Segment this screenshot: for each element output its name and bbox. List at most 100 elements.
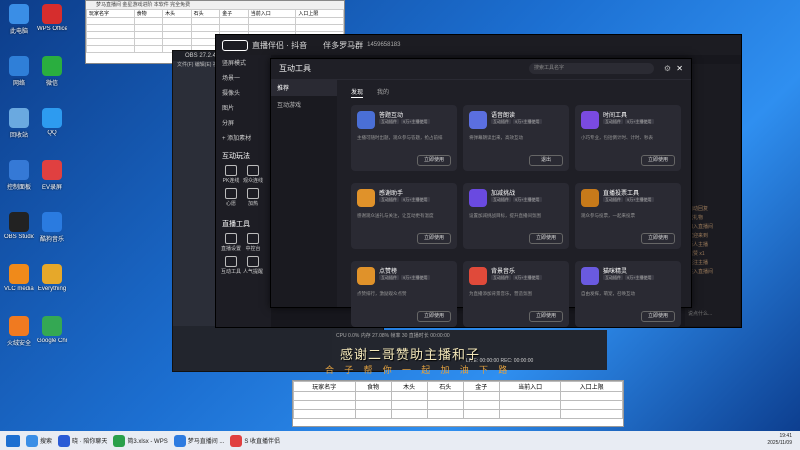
tool-card-button[interactable]: 立即使用 — [417, 311, 451, 322]
tab[interactable]: 发现 — [351, 90, 364, 98]
tool-card-tags: 互动插件 9万+主播使用 — [491, 119, 544, 125]
tool-card-tag: 互动插件 — [379, 197, 399, 202]
taskbar-item[interactable]: S 收直播伴侣 — [230, 434, 280, 447]
interact-item[interactable]: 心愿 — [220, 188, 242, 207]
tool-icon — [225, 188, 237, 199]
desktop-icon-image — [42, 56, 62, 76]
tool-item[interactable]: 中控台 — [242, 233, 264, 252]
tool-card[interactable]: 语音朗读 互动插件 9万+主播使用 将弹幕朗读出来，高效互动 退出 — [463, 105, 569, 171]
interactive-tools-dialog[interactable]: 互动工具 搜索工具名字 ⚙ ✕ 推荐 互动游戏 发现 我的 答题互动 互动插件 9万+主… — [270, 58, 692, 327]
desktop-icon-image — [42, 316, 62, 336]
chat-panel: 自动回复 送礼物 加入直播间 欢迎来到 新人主播 点赞 x1 关注主播 进入直播间 说点什么.… — [685, 64, 740, 326]
desktop-icon[interactable]: 网络 — [4, 56, 34, 87]
tool-item[interactable]: 直播设置 — [220, 233, 242, 252]
tool-item[interactable]: 人气提醒 — [242, 256, 264, 275]
desktop-icon-image — [9, 4, 29, 24]
category-item[interactable]: 互动游戏 — [271, 96, 337, 113]
desktop-icon-label: 火绒安全 — [6, 341, 31, 347]
tool-card-tags: 互动插件 9万+主播使用 — [603, 119, 656, 125]
chat-line: 加入直播间 — [688, 224, 714, 230]
taskbar-item[interactable]: 梦马直播间 ... — [173, 434, 225, 447]
column-header: 当前入口 — [498, 381, 562, 392]
tool-card-button[interactable]: 立即使用 — [641, 233, 675, 244]
tool-card-desc: 自由发挥，萌宠，召唤互动 — [581, 291, 635, 296]
tool-card-tags: 互动插件 9万+主播使用 — [603, 275, 656, 281]
tool-card-button[interactable]: 立即使用 — [641, 311, 675, 322]
tool-card-button[interactable]: 立即使用 — [529, 233, 563, 244]
tool-search-input[interactable]: 搜索工具名字 — [529, 63, 654, 74]
sidebar-item[interactable]: 图片 — [216, 100, 271, 115]
settings-icon[interactable]: ⚙ — [664, 59, 671, 79]
tool-card-button[interactable]: 立即使用 — [417, 155, 451, 166]
tool-card-button[interactable]: 退出 — [529, 155, 563, 166]
desktop-icon[interactable]: 火绒安全 — [4, 316, 34, 347]
mode-selector[interactable]: 竖屏模式 — [216, 55, 271, 70]
desktop-icon-label: Google Chrome — [37, 338, 67, 344]
tool-card[interactable]: 时间工具 互动插件 9万+主播使用 小巧专业，包括倒计时、计时、秒表 立即使用 — [575, 105, 681, 171]
interact-item[interactable]: PK连线 — [220, 165, 242, 184]
tool-card-button[interactable]: 立即使用 — [417, 233, 451, 244]
tool-icon — [247, 256, 259, 267]
taskbar-clock[interactable]: 19:41 2025/11/09 — [767, 433, 792, 447]
desktop-icon[interactable]: 酷狗音乐 — [37, 212, 67, 243]
user-id: 1459658183 — [367, 42, 401, 48]
interact-item[interactable]: 观众连线 — [242, 165, 264, 184]
desktop-icon[interactable]: VLC media player — [4, 264, 34, 292]
interact-item[interactable]: 加热 — [242, 188, 264, 207]
desktop-icon[interactable]: 控制面板 — [4, 160, 34, 191]
desktop-icon[interactable]: Everything — [37, 264, 67, 292]
desktop-icon[interactable]: EV录屏 — [37, 160, 67, 191]
tool-card[interactable]: 答题互动 互动插件 9万+主播使用 主播可随时出题，观众参与答题，抢占前排 立即使用 — [351, 105, 457, 171]
tool-icon — [225, 233, 237, 244]
desktop-icon[interactable]: 此电脑 — [4, 4, 34, 35]
chat-line: 自动回复 — [688, 206, 709, 212]
desktop-icon[interactable]: 微信 — [37, 56, 67, 87]
tab[interactable]: 我的 — [377, 90, 389, 96]
sidebar-item[interactable]: 分屏 — [216, 115, 271, 130]
desktop-icon[interactable]: OBS Studio — [4, 212, 34, 240]
tool-card-tag: 9万+主播使用 — [625, 119, 654, 124]
tool-card[interactable]: 猫咪精灵 互动插件 9万+主播使用 自由发挥，萌宠，召唤互动 立即使用 — [575, 261, 681, 327]
taskbar-item[interactable]: 搜索 — [26, 434, 52, 447]
tool-card-name: 点赞榜 — [379, 269, 398, 275]
desktop-icon[interactable]: Google Chrome — [37, 316, 67, 344]
column-header: 玩家名字 — [293, 381, 356, 392]
tool-card[interactable]: 感谢助手 互动插件 9万+主播使用 感谢观众送礼与关注，让互动更有温度 立即使用 — [351, 183, 457, 249]
tool-card[interactable]: 点赞榜 互动插件 9万+主播使用 点赞排行，激励观众点赞 立即使用 — [351, 261, 457, 327]
desktop-icon[interactable]: QQ — [37, 108, 67, 136]
taskbar-item-label: 梦马直播间 ... — [187, 439, 225, 445]
desktop-icon[interactable]: WPS Office — [37, 4, 67, 32]
spreadsheet-title: 梦马直播间 金星游戏进阶 本软件 完全免费 — [86, 1, 344, 9]
tool-card-tag: 9万+主播使用 — [513, 197, 542, 202]
tool-card-desc: 设置加减挑战目标，提升直播间氛围 — [469, 213, 541, 218]
tool-icon — [225, 256, 237, 267]
taskbar-item[interactable]: 简3.xlsx - WPS — [113, 434, 168, 447]
tool-card-button[interactable]: 立即使用 — [641, 155, 675, 166]
category-item[interactable]: 推荐 — [271, 79, 337, 96]
desktop-icon[interactable]: 回收站 — [4, 108, 34, 139]
tool-icon — [225, 165, 237, 176]
tool-item[interactable]: 互动工具 — [220, 256, 242, 275]
taskbar-item-icon — [230, 434, 243, 447]
spreadsheet-window-bottom[interactable]: 玩家名字 食物 木头 石头 金子 当前入口 入口上限 — [292, 380, 624, 427]
sidebar-item[interactable]: + 添加素材 — [216, 130, 271, 145]
close-icon[interactable]: ✕ — [676, 59, 683, 79]
tool-card-icon — [469, 189, 487, 207]
desktop-icon-image — [9, 264, 29, 284]
sidebar-item[interactable]: 摄像头 — [216, 85, 271, 100]
chat-input[interactable]: 说点什么... — [685, 310, 743, 320]
desktop-icon-image — [9, 108, 29, 128]
taskbar-item[interactable]: 晓 · 陪你聊天 — [58, 434, 107, 447]
desktop-icon-label: 网络 — [12, 81, 25, 87]
tool-card-tag: 互动插件 — [491, 275, 511, 280]
tool-card-name: 语音朗读 — [491, 113, 516, 119]
tool-card-button[interactable]: 立即使用 — [529, 311, 563, 322]
user-name[interactable]: 伴多罗马群 — [323, 40, 363, 51]
tool-card[interactable]: 加减挑战 互动插件 9万+主播使用 设置加减挑战目标，提升直播间氛围 立即使用 — [463, 183, 569, 249]
start-icon[interactable] — [6, 434, 20, 447]
tool-card[interactable]: 背景音乐 互动插件 9万+主播使用 为直播添加背景音乐，营造氛围 立即使用 — [463, 261, 569, 327]
tool-card[interactable]: 直播投票工具 互动插件 9万+主播使用 观众参与投票，一起来投票 立即使用 — [575, 183, 681, 249]
taskbar-item-icon — [173, 434, 186, 447]
sidebar-item[interactable]: 场景一 — [216, 70, 271, 85]
tool-card-tags: 互动插件 9万+主播使用 — [379, 119, 432, 125]
